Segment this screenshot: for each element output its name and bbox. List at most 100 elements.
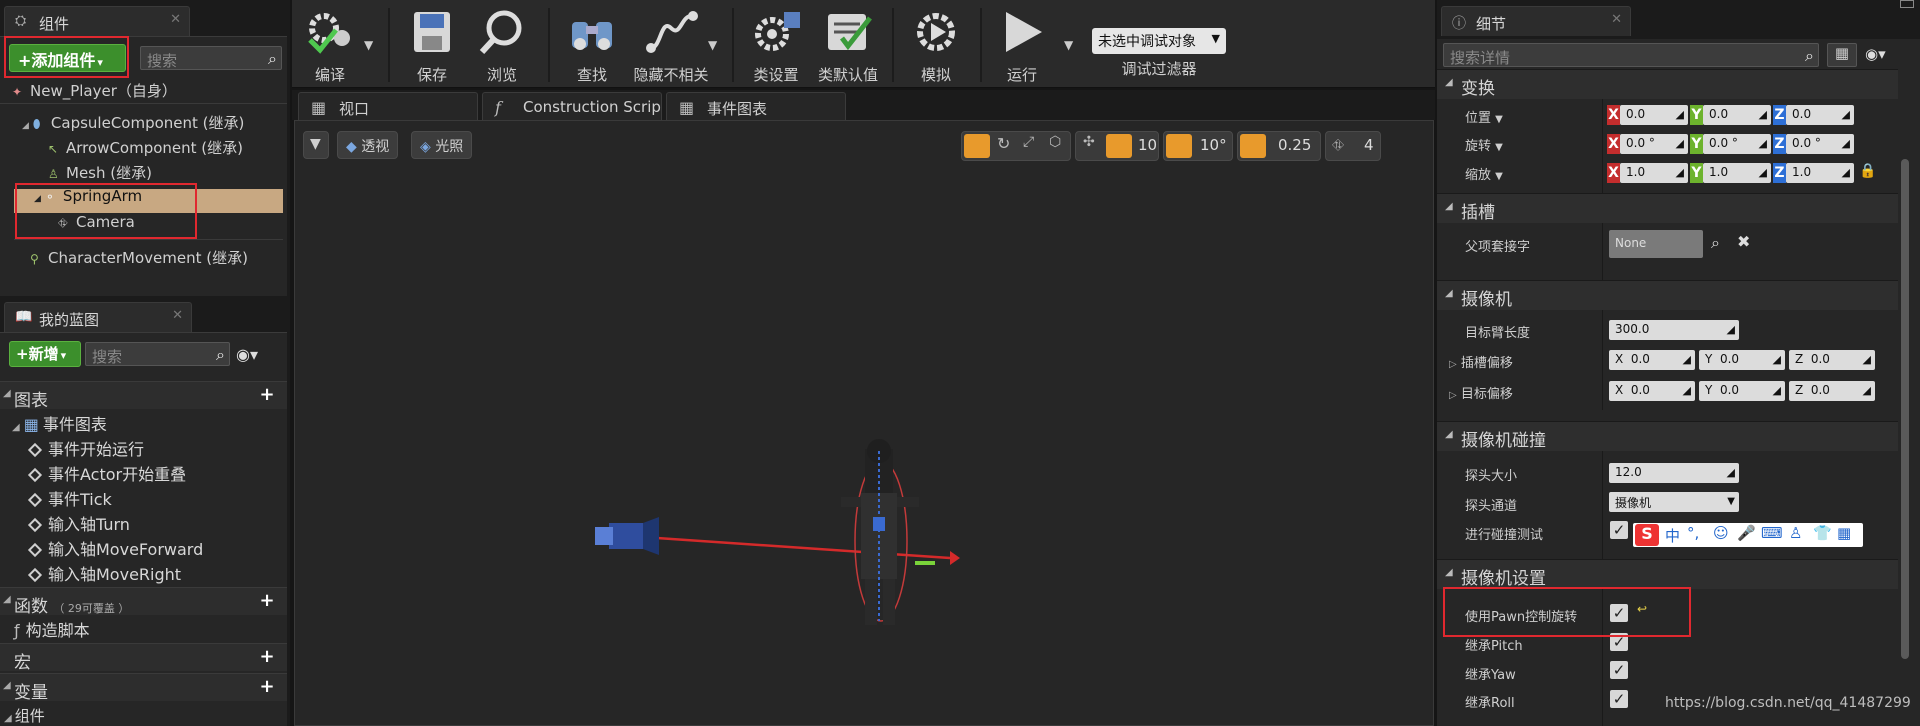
scale-x-field[interactable]: 1.0 ◢ xyxy=(1620,163,1688,183)
close-icon[interactable]: ✕ xyxy=(1611,12,1622,27)
close-icon[interactable]: ✕ xyxy=(172,308,183,323)
browse-button[interactable]: 浏览 xyxy=(472,8,532,85)
viewport[interactable]: ▼ ◆ 透视 ◈ 光照 ↻ ⤢ ⬡ ✣ 10 10° 0.25 ⛗ 4 xyxy=(294,120,1434,726)
variables-section[interactable]: ◢ 变量 + xyxy=(0,673,287,703)
simulate-button[interactable]: 模拟 xyxy=(904,8,968,85)
construction-script-label: 构造脚本 xyxy=(25,621,90,640)
close-icon[interactable]: ✕ xyxy=(170,12,181,27)
chevron-down-icon[interactable]: ▼ xyxy=(1064,38,1073,52)
toolbox-icon: ▦ xyxy=(1837,524,1852,542)
rotation-x-field[interactable]: 0.0 ° ◢ xyxy=(1620,134,1688,154)
tree-root[interactable]: ✦ New_Player（自身） xyxy=(12,80,177,101)
event-item[interactable]: 事件Tick xyxy=(27,486,112,510)
add-variable-icon[interactable]: + xyxy=(257,678,277,698)
inherit-roll-checkbox[interactable]: ✓ xyxy=(1610,690,1628,708)
components-search-input[interactable]: 搜索 ⌕ xyxy=(140,46,282,70)
separator xyxy=(388,8,390,82)
clear-icon[interactable]: ✖ xyxy=(1737,232,1750,251)
event-label: 输入轴Turn xyxy=(48,515,130,534)
ime-toolbar[interactable]: S 中 °, ☺ 🎤 ⌨ ♙ 👕 ▦ xyxy=(1633,523,1863,547)
rotation-y-field[interactable]: 0.0 ° ◢ xyxy=(1703,134,1771,154)
event-item[interactable]: 输入轴MoveForward xyxy=(27,536,203,560)
tab-event-graph[interactable]: ▦ 事件图表 xyxy=(666,92,846,120)
target-offset-y-field[interactable]: Y 0.0 ◢ xyxy=(1699,381,1785,401)
tree-item-mesh[interactable]: ♙ Mesh (继承) xyxy=(48,162,152,183)
scale-z-field[interactable]: 1.0 ◢ xyxy=(1786,163,1854,183)
new-button[interactable]: +新增 ▾ xyxy=(9,341,81,367)
class-settings-button[interactable]: 类设置 xyxy=(744,8,808,85)
hide-unrelated-button[interactable]: 隐藏不相关 xyxy=(628,8,714,85)
details-tab[interactable]: ⓘ 细节 ✕ xyxy=(1441,6,1631,36)
camera-settings-section[interactable]: ◢ 摄像机设置 xyxy=(1437,559,1898,589)
location-y-field[interactable]: 0.0 ◢ xyxy=(1703,105,1771,125)
event-item[interactable]: 事件开始运行 xyxy=(27,436,144,460)
add-macro-icon[interactable]: + xyxy=(257,648,277,668)
tree-item-arrow[interactable]: ↖ ArrowComponent (继承) xyxy=(48,137,243,158)
macros-section[interactable]: 宏 + xyxy=(0,643,287,673)
magnifier-icon xyxy=(479,10,522,55)
components-tab[interactable]: ⛭ 组件 ✕ xyxy=(4,6,190,36)
rotation-z-field[interactable]: 0.0 ° ◢ xyxy=(1786,134,1854,154)
location-label[interactable]: 位置 ▼ xyxy=(1465,107,1503,126)
rotation-label[interactable]: 旋转 ▼ xyxy=(1465,135,1503,154)
transform-section[interactable]: ◢ 变换 xyxy=(1437,69,1898,99)
play-button[interactable]: 运行 xyxy=(992,8,1052,85)
compile-button[interactable]: 编译 xyxy=(302,8,358,85)
inherit-yaw-label: 继承Yaw xyxy=(1465,668,1516,683)
target-offset-label[interactable]: ▷ 目标偏移 xyxy=(1449,383,1513,402)
socket-offset-x-field[interactable]: X 0.0 ◢ xyxy=(1609,350,1695,370)
scale-y-field[interactable]: 1.0 ◢ xyxy=(1703,163,1771,183)
camera-section[interactable]: ◢ 摄像机 xyxy=(1437,280,1898,310)
tree-item-capsule[interactable]: ◢ ⬮ CapsuleComponent (继承) xyxy=(22,112,244,133)
find-button[interactable]: 查找 xyxy=(562,8,622,85)
property-matrix-icon[interactable]: ▦ xyxy=(1827,43,1857,67)
chevron-down-icon[interactable]: ▼ xyxy=(708,38,717,52)
camera-header: 摄像机 xyxy=(1461,290,1512,310)
add-graph-icon[interactable]: + xyxy=(257,386,277,406)
target-offset-x-field[interactable]: X 0.0 ◢ xyxy=(1609,381,1695,401)
maximize-icon[interactable] xyxy=(1900,0,1914,8)
browse-socket-icon[interactable]: ⌕ xyxy=(1711,233,1720,253)
event-item[interactable]: 事件Actor开始重叠 xyxy=(27,461,186,485)
eye-icon[interactable]: ◉▾ xyxy=(1865,45,1886,63)
blueprint-search-input[interactable]: 搜索 ⌕ xyxy=(85,342,230,366)
debug-object-select[interactable]: 未选中调试对象 ▼ xyxy=(1092,28,1226,54)
save-button[interactable]: 保存 xyxy=(402,8,462,85)
probe-channel-select[interactable]: 摄像机 ▼ xyxy=(1609,492,1739,512)
scrollbar[interactable] xyxy=(1901,159,1909,659)
probe-size-field[interactable]: 12.0 ◢ xyxy=(1609,463,1739,483)
lock-icon[interactable]: 🔒 xyxy=(1859,163,1876,179)
location-x-field[interactable]: 0.0 ◢ xyxy=(1620,105,1688,125)
tree-item-charmovement[interactable]: ⚲ CharacterMovement (继承) xyxy=(30,247,248,268)
drag-corner-icon: ◢ xyxy=(1862,353,1871,366)
target-arm-length-field[interactable]: 300.0 ◢ xyxy=(1609,320,1739,340)
tab-viewport[interactable]: ▦ 视口 xyxy=(298,92,478,120)
x-axis-label: X xyxy=(1607,105,1620,125)
construction-script-item[interactable]: ƒ 构造脚本 xyxy=(14,617,90,641)
add-function-icon[interactable]: + xyxy=(257,592,277,612)
class-defaults-button[interactable]: 类默认值 xyxy=(814,8,882,85)
tab-construction-script[interactable]: f Construction Scrip xyxy=(482,92,662,120)
camera-collision-section[interactable]: ◢ 摄像机碰撞 xyxy=(1437,421,1898,451)
target-offset-z-field[interactable]: Z 0.0 ◢ xyxy=(1789,381,1875,401)
inherit-yaw-checkbox[interactable]: ✓ xyxy=(1610,661,1628,679)
do-collision-test-checkbox[interactable]: ✓ xyxy=(1610,521,1628,539)
details-search-input[interactable]: 搜索详情 ⌕ xyxy=(1443,43,1819,67)
socket-offset-z-field[interactable]: Z 0.0 ◢ xyxy=(1789,350,1875,370)
my-blueprint-tab[interactable]: 📖 我的蓝图 ✕ xyxy=(4,302,192,332)
event-graph-item[interactable]: ◢ ▦ 事件图表 xyxy=(12,411,107,435)
chevron-down-icon[interactable]: ▼ xyxy=(364,38,373,52)
components-variable-group[interactable]: ◢ 组件 xyxy=(4,705,45,726)
parent-socket-field[interactable]: None xyxy=(1609,230,1703,258)
eye-icon[interactable]: ◉▾ xyxy=(236,345,258,364)
event-item[interactable]: 输入轴Turn xyxy=(27,511,130,535)
socket-section[interactable]: ◢ 插槽 xyxy=(1437,193,1898,223)
scale-label[interactable]: 缩放 ▼ xyxy=(1465,164,1503,183)
event-item[interactable]: 输入轴MoveRight xyxy=(27,561,181,585)
location-z-field[interactable]: 0.0 ◢ xyxy=(1786,105,1854,125)
functions-section[interactable]: ◢ 函数 （ 29可覆盖 ） + xyxy=(0,587,287,617)
socket-offset-label[interactable]: ▷ 插槽偏移 xyxy=(1449,352,1513,371)
socket-offset-y-field[interactable]: Y 0.0 ◢ xyxy=(1699,350,1785,370)
graphs-section[interactable]: ◢ 图表 + xyxy=(0,381,287,411)
drag-corner-icon: ◢ xyxy=(1758,166,1767,179)
